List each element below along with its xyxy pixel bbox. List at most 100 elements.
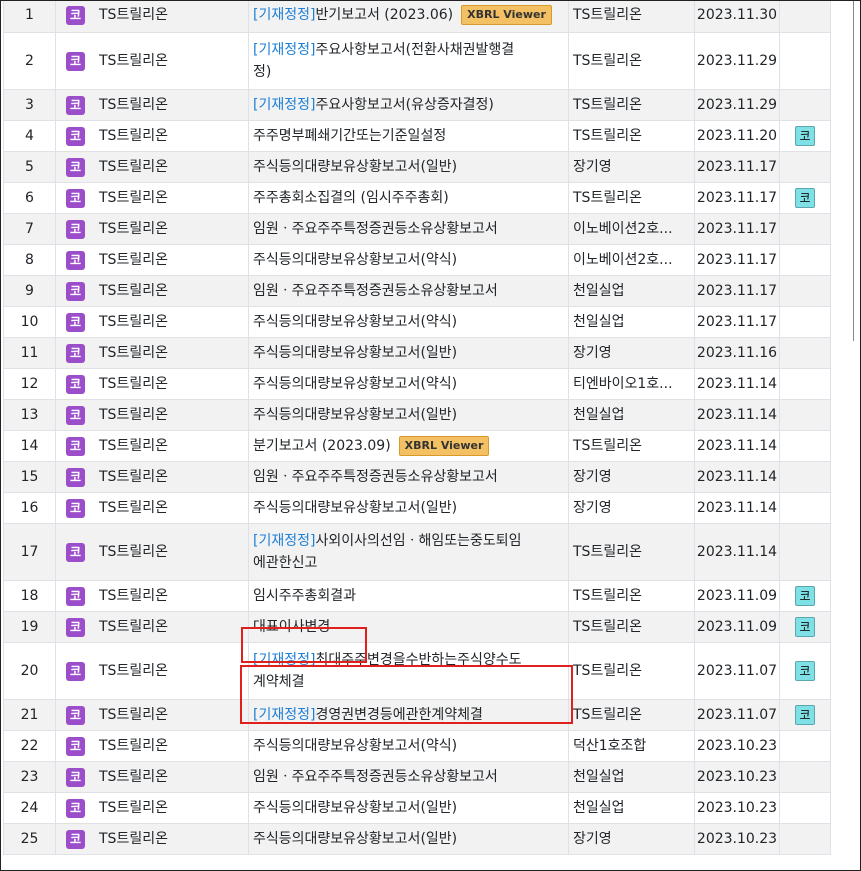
- report-title-link[interactable]: 사외이사의선임ㆍ해임또는중도퇴임: [315, 533, 521, 549]
- company-name-link[interactable]: TS트릴리온: [99, 800, 168, 816]
- report-title-link[interactable]: 임원ㆍ주요주주특정증권등소유상황보고서: [253, 769, 498, 785]
- report-title-cell[interactable]: [기재정정]주요사항보고서(전환사채권발행결 정): [248, 32, 569, 90]
- table-row[interactable]: 1 코 TS트릴리온 [기재정정]반기보고서 (2023.06) XBRL Viewer…: [3, 1, 831, 33]
- vertical-scrollbar[interactable]: [853, 1, 860, 341]
- report-title-cell[interactable]: 주식등의대량보유상황보고서(일반): [248, 399, 569, 431]
- company-name-link[interactable]: TS트릴리온: [99, 707, 168, 723]
- company-name-link[interactable]: TS트릴리온: [99, 544, 168, 560]
- company-name-link[interactable]: TS트릴리온: [99, 283, 168, 299]
- company-name-link[interactable]: TS트릴리온: [99, 53, 168, 69]
- table-row[interactable]: 12 코 TS트릴리온 주식등의대량보유상황보고서(약식) 티엔바이오1호... 2023…: [3, 368, 831, 400]
- exchange-disclosure-badge[interactable]: 코: [795, 586, 815, 606]
- report-title-link[interactable]: 임원ㆍ주요주주특정증권등소유상황보고서: [253, 221, 498, 237]
- report-title-cell[interactable]: 주식등의대량보유상황보고서(일반): [248, 823, 569, 855]
- xbrl-viewer-button[interactable]: XBRL Viewer: [398, 436, 490, 456]
- company-name-link[interactable]: TS트릴리온: [99, 7, 168, 23]
- report-title-cell[interactable]: 주식등의대량보유상황보고서(약식): [248, 730, 569, 762]
- company-name-link[interactable]: TS트릴리온: [99, 500, 168, 516]
- company-name-link[interactable]: TS트릴리온: [99, 738, 168, 754]
- report-title-link[interactable]: 주주총회소집결의 (임시주주총회): [253, 190, 449, 206]
- table-row[interactable]: 19 코 TS트릴리온 대표이사변경 TS트릴리온 2023.11.09 코: [3, 611, 831, 643]
- report-title-link[interactable]: 주식등의대량보유상황보고서(약식): [253, 376, 457, 392]
- report-title-cell[interactable]: 임원ㆍ주요주주특정증권등소유상황보고서: [248, 213, 569, 245]
- table-row[interactable]: 4 코 TS트릴리온 주주명부폐쇄기간또는기준일설정 TS트릴리온 2023.11.20 코: [3, 120, 831, 152]
- company-name-link[interactable]: TS트릴리온: [99, 588, 168, 604]
- report-title-cell[interactable]: 주식등의대량보유상황보고서(약식): [248, 244, 569, 276]
- company-name-link[interactable]: TS트릴리온: [99, 663, 168, 679]
- report-title-cell[interactable]: 주식등의대량보유상황보고서(일반): [248, 337, 569, 369]
- report-title-link[interactable]: 주요사항보고서(전환사채권발행결: [315, 42, 514, 58]
- table-row[interactable]: 9 코 TS트릴리온 임원ㆍ주요주주특정증권등소유상황보고서 천일실업 2023.11.1…: [3, 275, 831, 307]
- company-name-link[interactable]: TS트릴리온: [99, 376, 168, 392]
- report-title-cell[interactable]: 주식등의대량보유상황보고서(약식): [248, 306, 569, 338]
- table-row[interactable]: 3 코 TS트릴리온 [기재정정]주요사항보고서(유상증자결정) TS트릴리온 2023.…: [3, 89, 831, 121]
- report-title-link[interactable]: 주요사항보고서(유상증자결정): [315, 97, 493, 113]
- report-title-cell[interactable]: [기재정정]반기보고서 (2023.06) XBRL Viewer: [248, 1, 569, 33]
- table-row[interactable]: 7 코 TS트릴리온 임원ㆍ주요주주특정증권등소유상황보고서 이노베이션2호... 202…: [3, 213, 831, 245]
- table-row[interactable]: 15 코 TS트릴리온 임원ㆍ주요주주특정증권등소유상황보고서 장기영 2023.11.1…: [3, 461, 831, 493]
- report-title-cell[interactable]: 임원ㆍ주요주주특정증권등소유상황보고서: [248, 275, 569, 307]
- report-title-cell[interactable]: 주식등의대량보유상황보고서(일반): [248, 792, 569, 824]
- company-name-link[interactable]: TS트릴리온: [99, 190, 168, 206]
- table-row[interactable]: 16 코 TS트릴리온 주식등의대량보유상황보고서(일반) 장기영 2023.11.14: [3, 492, 831, 524]
- report-title-link[interactable]: 임원ㆍ주요주주특정증권등소유상황보고서: [253, 283, 498, 299]
- company-name-link[interactable]: TS트릴리온: [99, 469, 168, 485]
- report-title-cell[interactable]: 분기보고서 (2023.09) XBRL Viewer: [248, 430, 569, 462]
- report-title-link[interactable]: 주식등의대량보유상황보고서(일반): [253, 800, 457, 816]
- report-title-link[interactable]: 주식등의대량보유상황보고서(일반): [253, 407, 457, 423]
- table-row[interactable]: 22 코 TS트릴리온 주식등의대량보유상황보고서(약식) 덕산1호조합 2023.10.…: [3, 730, 831, 762]
- report-title-cell[interactable]: 임원ㆍ주요주주특정증권등소유상황보고서: [248, 461, 569, 493]
- company-name-link[interactable]: TS트릴리온: [99, 314, 168, 330]
- exchange-disclosure-badge[interactable]: 코: [795, 705, 815, 725]
- report-title-link[interactable]: 주식등의대량보유상황보고서(약식): [253, 252, 457, 268]
- table-row[interactable]: 11 코 TS트릴리온 주식등의대량보유상황보고서(일반) 장기영 2023.11.16: [3, 337, 831, 369]
- report-title-link[interactable]: 임시주주총회결과: [253, 588, 356, 604]
- report-title-link[interactable]: 주주명부폐쇄기간또는기준일설정: [253, 128, 446, 144]
- company-name-link[interactable]: TS트릴리온: [99, 769, 168, 785]
- report-title-link[interactable]: 주식등의대량보유상황보고서(약식): [253, 738, 457, 754]
- report-title-cell[interactable]: [기재정정]주요사항보고서(유상증자결정): [248, 89, 569, 121]
- company-name-link[interactable]: TS트릴리온: [99, 159, 168, 175]
- company-name-link[interactable]: TS트릴리온: [99, 438, 168, 454]
- report-title-continuation[interactable]: 정): [253, 64, 271, 80]
- table-row[interactable]: 8 코 TS트릴리온 주식등의대량보유상황보고서(약식) 이노베이션2호... 2023.…: [3, 244, 831, 276]
- xbrl-viewer-button[interactable]: XBRL Viewer: [461, 5, 552, 25]
- table-row[interactable]: 18 코 TS트릴리온 임시주주총회결과 TS트릴리온 2023.11.09 코: [3, 580, 831, 612]
- report-title-cell[interactable]: 주식등의대량보유상황보고서(일반): [248, 492, 569, 524]
- report-title-link[interactable]: 반기보고서 (2023.06): [315, 7, 453, 23]
- company-name-link[interactable]: TS트릴리온: [99, 128, 168, 144]
- report-title-link[interactable]: 임원ㆍ주요주주특정증권등소유상황보고서: [253, 469, 498, 485]
- report-title-link[interactable]: 주식등의대량보유상황보고서(일반): [253, 159, 457, 175]
- table-row[interactable]: 6 코 TS트릴리온 주주총회소집결의 (임시주주총회) TS트릴리온 2023.11.1…: [3, 182, 831, 214]
- company-name-link[interactable]: TS트릴리온: [99, 97, 168, 113]
- table-row[interactable]: 13 코 TS트릴리온 주식등의대량보유상황보고서(일반) 천일실업 2023.11.14: [3, 399, 831, 431]
- report-title-cell[interactable]: 주식등의대량보유상황보고서(일반): [248, 151, 569, 183]
- table-row[interactable]: 23 코 TS트릴리온 임원ㆍ주요주주특정증권등소유상황보고서 천일실업 2023.10.…: [3, 761, 831, 793]
- company-name-link[interactable]: TS트릴리온: [99, 619, 168, 635]
- company-name-link[interactable]: TS트릴리온: [99, 252, 168, 268]
- exchange-disclosure-badge[interactable]: 코: [795, 188, 815, 208]
- report-title-continuation[interactable]: 에관한신고: [253, 555, 317, 571]
- report-title-cell[interactable]: 임시주주총회결과: [248, 580, 569, 612]
- table-row[interactable]: 14 코 TS트릴리온 분기보고서 (2023.09) XBRL Viewer TS트릴리…: [3, 430, 831, 462]
- report-title-cell[interactable]: 주식등의대량보유상황보고서(약식): [248, 368, 569, 400]
- report-title-cell[interactable]: [기재정정]사외이사의선임ㆍ해임또는중도퇴임 에관한신고: [248, 523, 569, 581]
- company-name-link[interactable]: TS트릴리온: [99, 407, 168, 423]
- table-row[interactable]: 5 코 TS트릴리온 주식등의대량보유상황보고서(일반) 장기영 2023.11.17: [3, 151, 831, 183]
- table-row[interactable]: 2 코 TS트릴리온 [기재정정]주요사항보고서(전환사채권발행결 정) TS트릴리온 20…: [3, 32, 831, 90]
- report-title-cell[interactable]: 임원ㆍ주요주주특정증권등소유상황보고서: [248, 761, 569, 793]
- company-name-link[interactable]: TS트릴리온: [99, 831, 168, 847]
- report-title-cell[interactable]: 주주총회소집결의 (임시주주총회): [248, 182, 569, 214]
- exchange-disclosure-badge[interactable]: 코: [795, 617, 815, 637]
- report-title-link[interactable]: 주식등의대량보유상황보고서(일반): [253, 345, 457, 361]
- company-name-link[interactable]: TS트릴리온: [99, 221, 168, 237]
- report-title-link[interactable]: 분기보고서 (2023.09): [253, 438, 391, 454]
- report-title-link[interactable]: 주식등의대량보유상황보고서(일반): [253, 831, 457, 847]
- table-row[interactable]: 24 코 TS트릴리온 주식등의대량보유상황보고서(일반) 천일실업 2023.10.23: [3, 792, 831, 824]
- table-row[interactable]: 25 코 TS트릴리온 주식등의대량보유상황보고서(일반) 장기영 2023.10.23: [3, 823, 831, 855]
- table-row[interactable]: 10 코 TS트릴리온 주식등의대량보유상황보고서(약식) 천일실업 2023.11.17: [3, 306, 831, 338]
- table-row[interactable]: 17 코 TS트릴리온 [기재정정]사외이사의선임ㆍ해임또는중도퇴임 에관한신고 TS트릴…: [3, 523, 831, 581]
- exchange-disclosure-badge[interactable]: 코: [795, 661, 815, 681]
- exchange-disclosure-badge[interactable]: 코: [795, 126, 815, 146]
- company-name-link[interactable]: TS트릴리온: [99, 345, 168, 361]
